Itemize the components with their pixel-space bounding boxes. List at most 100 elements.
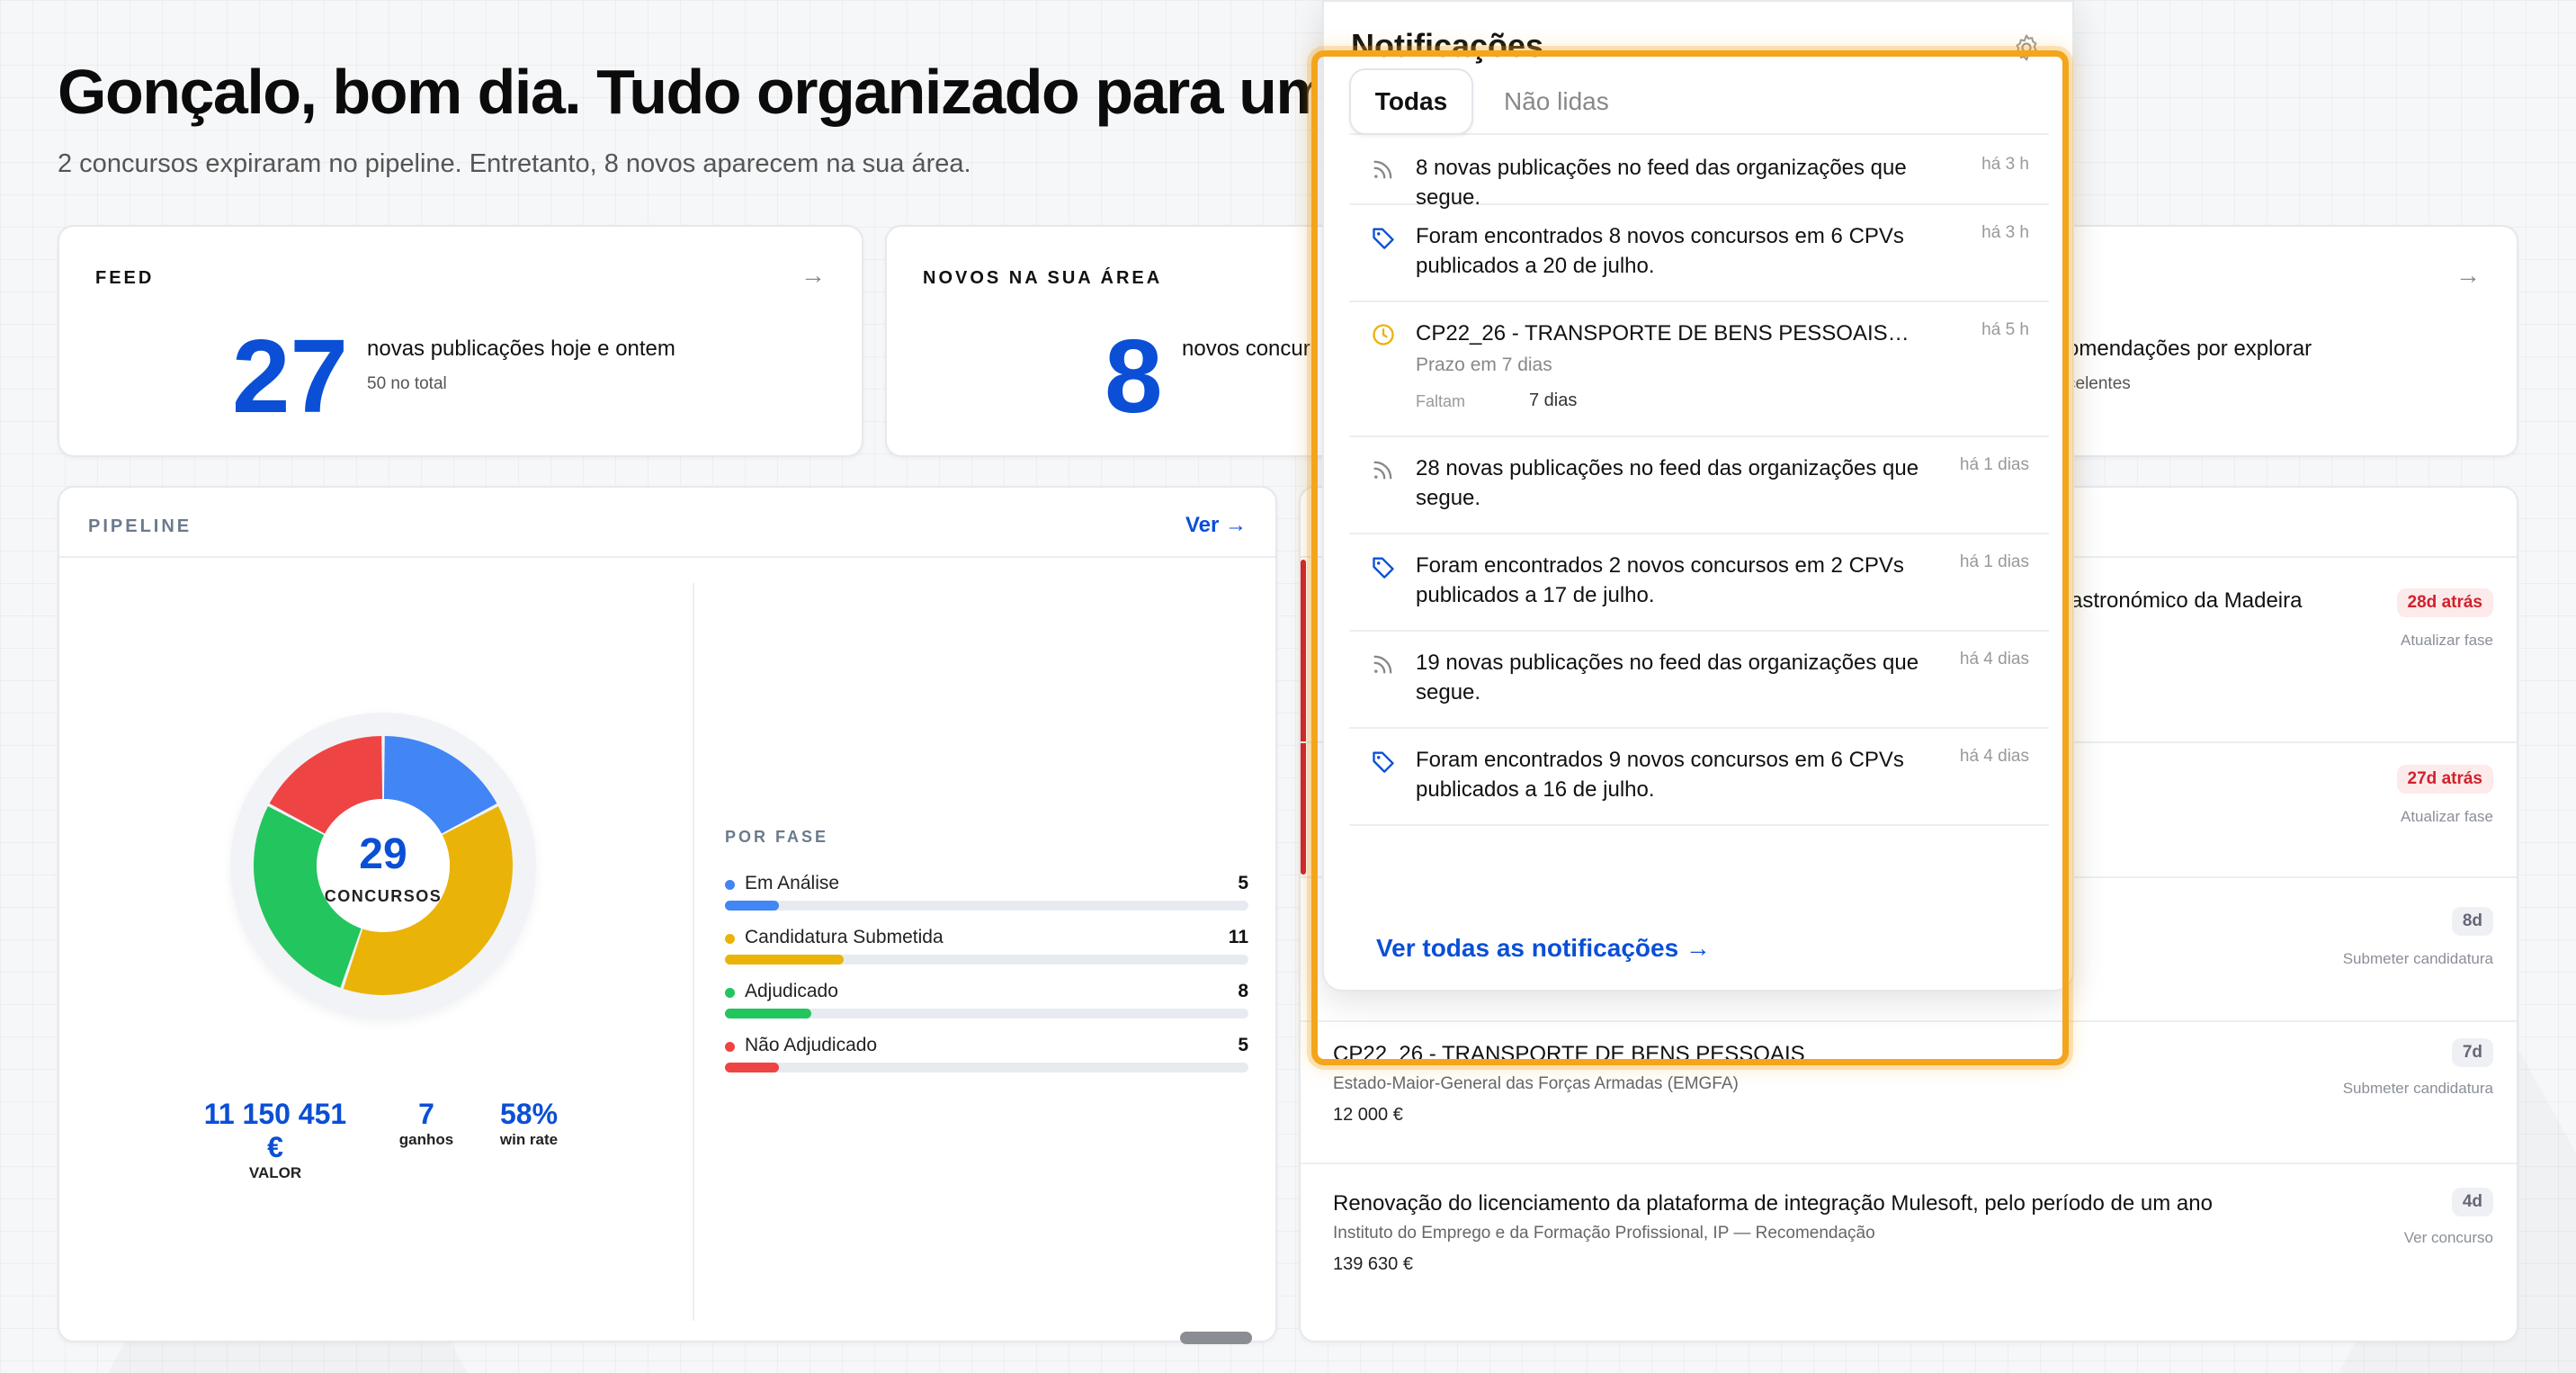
donut-total: 29 [359,830,407,878]
feed-desc: novas publicações hoje e ontem [367,337,675,361]
novos-count: 8 [1105,318,1163,435]
rec-action[interactable]: Atualizar fase [2401,808,2493,826]
notification-time: há 5 h [1981,320,2029,339]
page-title: Gonçalo, bom dia. Tudo organizado para u… [58,57,1317,127]
phase-bar-track [725,955,1248,965]
phase-bar-fill [725,955,845,965]
recommendation-item[interactable]: CP22_26 - TRANSPORTE DE BENS PESSOAIS Es… [1301,1020,2517,1162]
rss-icon [1371,157,1396,182]
metric-value: 7 [418,1098,434,1130]
recommendation-item[interactable]: Renovação do licenciamento da plataforma… [1301,1162,2517,1315]
novos-card[interactable]: NOVOS NA SUA ÁREA 8 novos concur [885,225,1353,457]
metric-value: 11 150 451 € [203,1098,347,1163]
clock-icon [1371,322,1396,347]
notification-text: CP22_26 - TRANSPORTE DE BENS PESSOAIS… [1416,321,1910,345]
notification-text: 28 novas publicações no feed das organiz… [1416,456,1919,510]
feed-sub: 50 no total [367,374,447,393]
rec-action[interactable]: Atualizar fase [2401,632,2493,650]
metric-win-rate: 58% win rate [475,1098,583,1149]
notification-time: há 4 dias [1959,650,2029,669]
phase-count: 5 [1238,1035,1248,1055]
phase-name: Não Adjudicado [745,1035,878,1055]
rec-title: astronómico da Madeira [2071,588,2303,613]
tab-nao-lidas[interactable]: Não lidas [1504,68,1609,135]
feed-card-label: FEED [95,268,155,288]
tag-icon [1371,554,1396,579]
donut-label: CONCURSOS [324,887,443,905]
arrow-right-icon[interactable]: → [801,261,826,290]
rec-action[interactable]: Ver concurso [2404,1229,2493,1247]
rec-title: CP22_26 - TRANSPORTE DE BENS PESSOAIS [1333,1042,1805,1066]
phase-dot [725,988,735,998]
phase-name: Adjudicado [745,981,838,1001]
notification-item[interactable]: 19 novas publicações no feed das organiz… [1349,632,2049,729]
metric-valor: 11 150 451 € VALOR [194,1098,356,1182]
metric-ganhos: 7 ganhos [390,1098,462,1149]
pipeline-label: PIPELINE [88,516,192,536]
tab-todas[interactable]: Todas [1349,68,1473,135]
notification-item[interactable]: 8 novas publicações no feed das organiza… [1349,137,2049,210]
divider [59,556,1275,558]
notification-time: há 4 dias [1959,747,2029,766]
metric-label: VALOR [248,1164,302,1181]
notification-item[interactable]: Foram encontrados 8 novos concursos em 6… [1349,205,2049,302]
por-fase-label: POR FASE [725,828,829,846]
rec-title: Renovação do licenciamento da plataforma… [1333,1191,2213,1216]
novos-desc: novos concur [1182,337,1310,361]
rec-badge: 28d atrás [2396,588,2493,617]
pipeline-card: PIPELINE Ver → 29 CONCURSOS 11 150 451 €… [58,486,1277,1342]
metric-label: win rate [499,1131,559,1148]
notification-text: Foram encontrados 8 novos concursos em 6… [1416,224,1904,278]
divider [693,583,694,1321]
rss-icon [1371,651,1396,677]
notification-item[interactable]: Foram encontrados 2 novos concursos em 2… [1349,534,2049,632]
rec-badge: 8d [2451,907,2493,936]
phase-bar-fill [725,901,780,911]
notification-time: há 3 h [1981,223,2029,242]
rec-badge: 4d [2451,1188,2493,1216]
phase-dot [725,880,735,890]
phase-count: 5 [1238,873,1248,893]
notification-time: há 3 h [1981,155,2029,174]
notification-item[interactable]: 28 novas publicações no feed das organiz… [1349,437,2049,534]
feed-count: 27 [232,318,349,435]
phase-bar-fill [725,1009,812,1019]
tag-icon [1371,749,1396,774]
rec-badge: 7d [2451,1038,2493,1067]
phase-dot [725,934,735,944]
rss-icon [1371,457,1396,482]
gear-icon[interactable] [2011,32,2042,63]
notification-text: Foram encontrados 2 novos concursos em 2… [1416,553,1904,607]
notification-item[interactable]: Foram encontrados 9 novos concursos em 6… [1349,729,2049,826]
phase-bar-fill [725,1063,780,1072]
notification-time: há 1 dias [1959,455,2029,474]
notifications-tabs: Todas Não lidas [1349,59,2049,135]
scrollbar-handle[interactable] [1180,1332,1252,1344]
rec-action[interactable]: Submeter candidatura [2343,950,2493,968]
recs-card[interactable]: → omendações por explorar celentes [2033,225,2518,457]
phase-bar-track [725,901,1248,911]
phase-name: Em Análise [745,873,840,893]
metric-label: ganhos [398,1131,454,1148]
phase-count: 8 [1238,981,1248,1001]
phase-dot [725,1042,735,1052]
notification-text: Foram encontrados 9 novos concursos em 6… [1416,748,1904,802]
arrow-right-icon[interactable]: → [2455,261,2481,290]
tag-icon [1371,225,1396,250]
feed-card[interactable]: FEED → 27 novas publicações hoje e ontem… [58,225,863,457]
phase-count: 11 [1228,927,1248,947]
phase-name: Candidatura Submetida [745,927,944,947]
notification-time: há 1 dias [1959,552,2029,571]
page-subtitle: 2 concursos expiraram no pipeline. Entre… [58,149,971,178]
notifications-panel: Notificações Todas Não lidas 8 novas pub… [1322,0,2074,992]
phase-bar-track [725,1063,1248,1072]
notification-meta-label: Faltam [1416,392,1466,410]
pipeline-view-link[interactable]: Ver → [1185,513,1247,538]
rec-action[interactable]: Submeter candidatura [2343,1080,2493,1098]
phase-bar-track [725,1009,1248,1019]
metric-value: 58% [499,1098,559,1130]
notification-item[interactable]: CP22_26 - TRANSPORTE DE BENS PESSOAIS… há… [1349,302,2049,437]
recs-sub: celentes [2067,374,2131,393]
see-all-notifications-link[interactable]: Ver todas as notificações → [1376,934,1711,963]
notification-text: 8 novas publicações no feed das organiza… [1416,156,1907,210]
